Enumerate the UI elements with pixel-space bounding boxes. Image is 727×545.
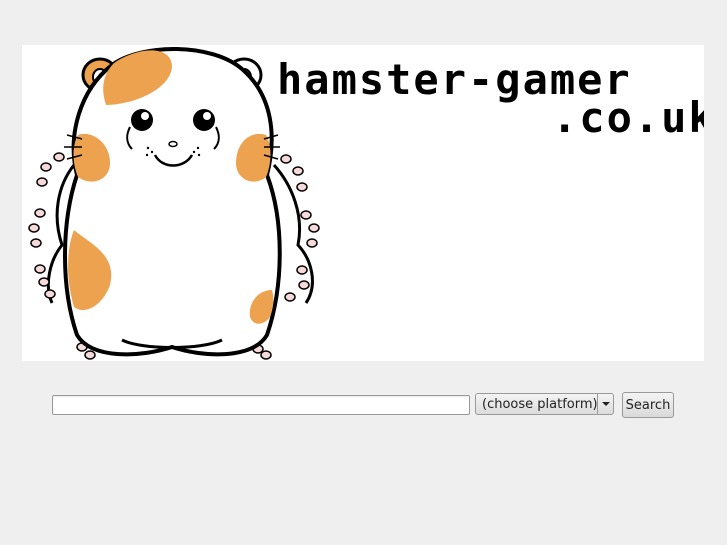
site-banner: hamster-gamer .co.uk [22,45,704,361]
platform-select[interactable]: (choose platform) [475,393,614,415]
chevron-down-icon[interactable] [597,394,613,414]
platform-select-value: (choose platform) [482,397,598,412]
search-form: (choose platform) Search [0,392,727,420]
site-logo-domain: .co.uk [552,93,704,142]
search-input[interactable] [52,395,470,415]
search-button[interactable]: Search [622,392,674,418]
